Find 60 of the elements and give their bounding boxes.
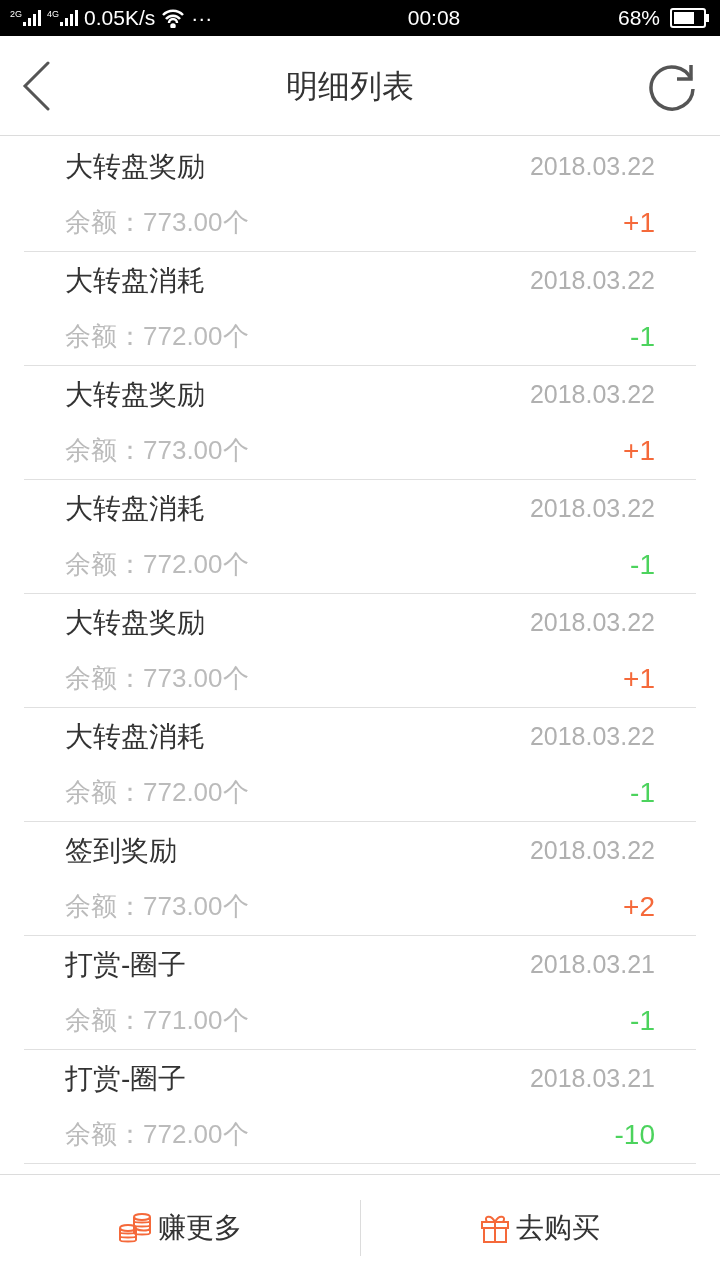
coins-icon [117,1210,152,1245]
record-balance: 余额：773.00个 [65,662,249,695]
record-date: 2018.03.22 [529,264,655,296]
network-indicator: 4G [47,10,79,26]
record-balance: 余额：772.00个 [65,776,249,809]
back-icon [22,60,50,111]
clock: 00:08 [406,5,462,32]
record-date: 2018.03.22 [529,720,655,752]
record-title: 打赏-圈子 [65,1061,187,1096]
record-balance: 余额：773.00个 [65,434,249,467]
record-balance: 余额：771.00个 [65,1004,249,1037]
record-date: 2018.03.22 [529,150,655,182]
record-date: 2018.03.21 [529,1062,655,1094]
record-date: 2018.03.22 [529,606,655,638]
more-indicator: ··· [191,5,213,32]
record-title: 大转盘奖励 [65,377,205,412]
record-amount: +1 [623,433,655,468]
record-balance: 余额：772.00个 [65,548,249,581]
record-row[interactable]: 打赏-圈子 2018.03.21 余额：772.00个 -10 [24,1050,696,1164]
record-balance: 余额：772.00个 [65,1118,249,1151]
record-title: 大转盘奖励 [65,605,205,640]
bottom-tab[interactable]: 赚更多 [0,1175,360,1280]
record-balance: 余额：773.00个 [65,890,249,923]
wifi-icon [161,8,186,28]
record-row[interactable]: 大转盘消耗 2018.03.22 余额：772.00个 -1 [24,708,696,822]
battery-icon [670,8,710,28]
bottom-tab[interactable]: 去购买 [360,1175,720,1280]
record-amount: +1 [623,661,655,696]
record-row[interactable]: 大转盘消耗 2018.03.22 余额：772.00个 -1 [24,480,696,594]
network-speed: 0.05K/s [84,5,156,32]
record-title: 大转盘消耗 [65,491,205,526]
record-title: 大转盘奖励 [65,149,205,184]
record-row[interactable]: 大转盘消耗 2018.03.22 余额：772.00个 -1 [24,252,696,366]
record-row[interactable]: 打赏-圈子 2018.03.21 余额：771.00个 -1 [24,936,696,1050]
record-date: 2018.03.22 [529,378,655,410]
record-title: 打赏-圈子 [65,947,187,982]
record-row[interactable]: 签到奖励 2018.03.22 余额：773.00个 +2 [24,822,696,936]
signal-icon [23,10,41,26]
record-date: 2018.03.22 [529,834,655,866]
record-balance: 余额：772.00个 [65,320,249,353]
record-row[interactable]: 大转盘奖励 2018.03.22 余额：773.00个 +1 [24,366,696,480]
record-amount: +2 [623,889,655,924]
battery-level: 68% [617,5,660,32]
record-row[interactable]: 大转盘奖励 2018.03.22 余额：773.00个 +1 [24,594,696,708]
signal-icon [60,10,79,26]
network-indicator: 2G [10,10,41,26]
record-title: 签到奖励 [65,833,177,868]
record-amount: -10 [614,1117,655,1152]
record-amount: -1 [630,775,655,810]
record-amount: -1 [630,547,655,582]
record-amount: -1 [630,319,655,354]
record-amount: +1 [623,205,655,240]
record-title: 大转盘消耗 [65,719,205,754]
record-balance: 余额：773.00个 [65,206,249,239]
record-title: 大转盘消耗 [65,263,205,298]
record-amount: -1 [630,1003,655,1038]
page-title: 明细列表 [286,66,414,106]
record-date: 2018.03.21 [529,948,655,980]
record-date: 2018.03.22 [529,492,655,524]
record-row[interactable]: 大转盘奖励 2018.03.22 余额：773.00个 +1 [24,138,696,252]
